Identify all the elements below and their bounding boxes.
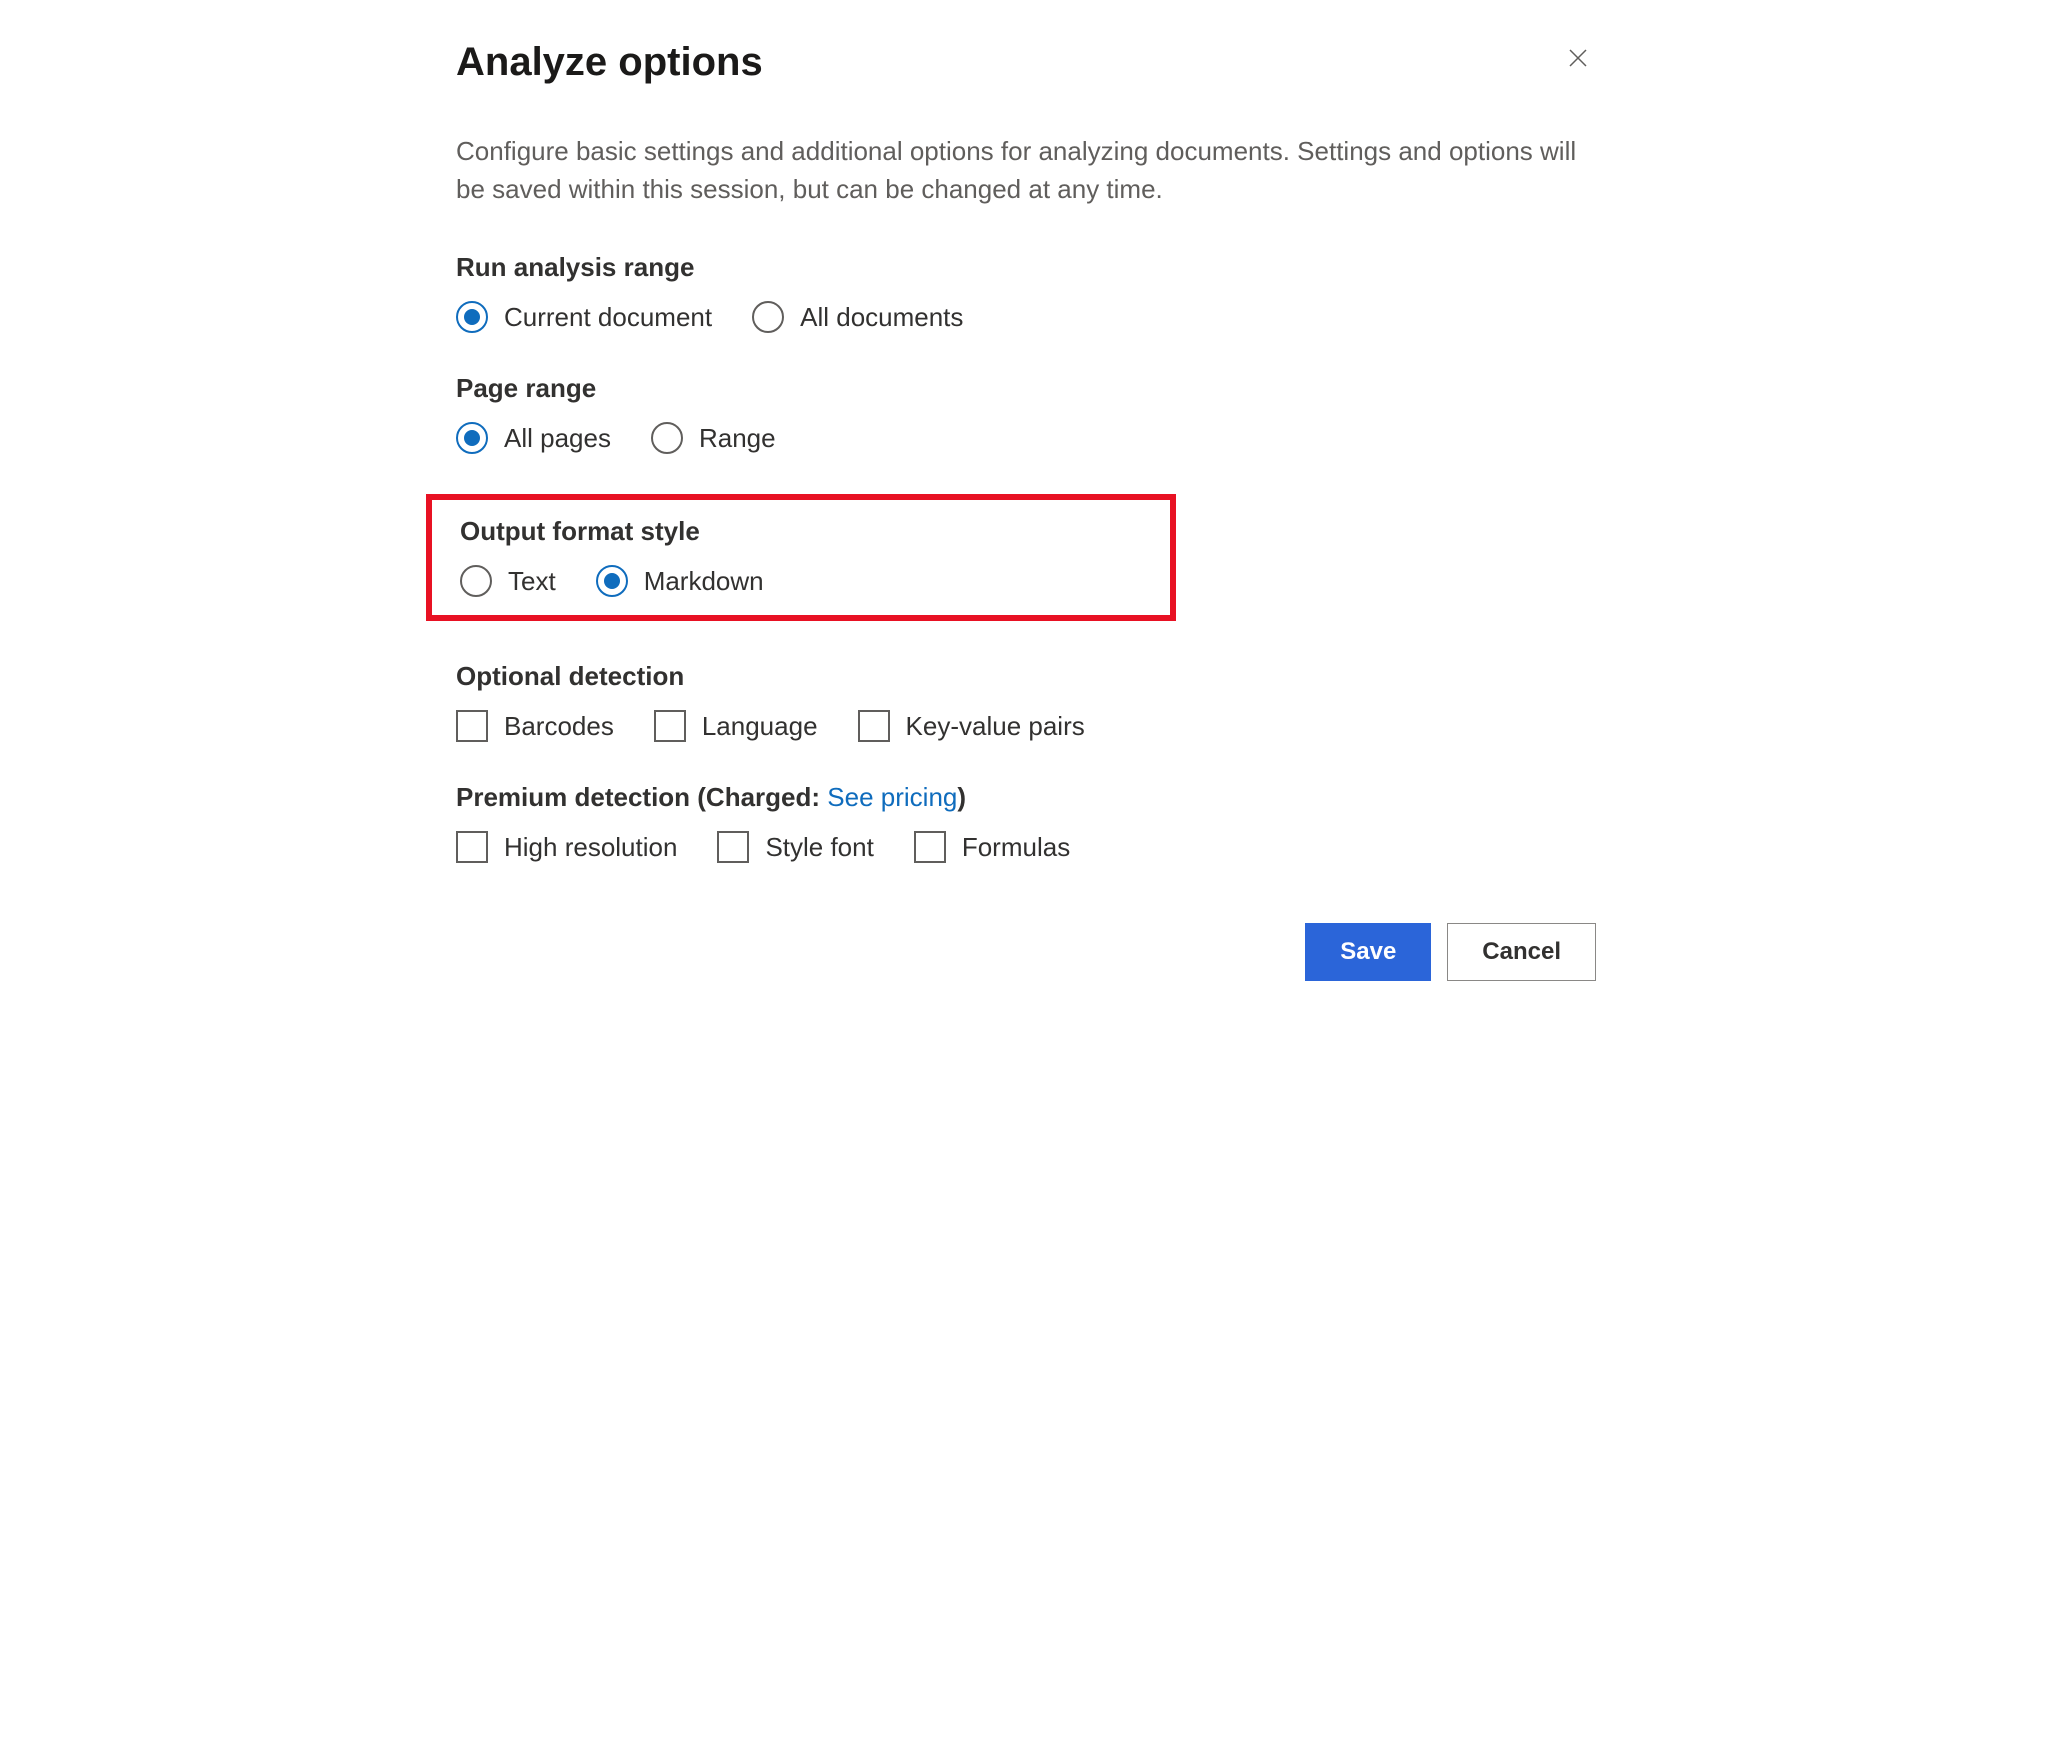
checkbox-barcodes[interactable]: Barcodes	[456, 710, 614, 742]
dialog-header: Analyze options	[456, 40, 1596, 85]
radio-label: Range	[699, 423, 776, 454]
radio-input	[456, 301, 488, 333]
dialog-footer: Save Cancel	[456, 923, 1596, 981]
radio-range[interactable]: Range	[651, 422, 776, 454]
checkbox-language[interactable]: Language	[654, 710, 818, 742]
radio-label: All documents	[800, 302, 963, 333]
radio-markdown[interactable]: Markdown	[596, 565, 764, 597]
page-range-section: Page range All pages Range	[456, 373, 1596, 454]
checkbox-high-resolution[interactable]: High resolution	[456, 831, 677, 863]
radio-all-documents[interactable]: All documents	[752, 301, 963, 333]
radio-input	[752, 301, 784, 333]
checkbox-label: Language	[702, 711, 818, 742]
checkbox-label: Formulas	[962, 832, 1070, 863]
run-analysis-options: Current document All documents	[456, 301, 1596, 333]
save-button[interactable]: Save	[1305, 923, 1431, 981]
radio-label: Text	[508, 566, 556, 597]
checkbox-label: Key-value pairs	[906, 711, 1085, 742]
premium-label-prefix: Premium detection (Charged:	[456, 782, 827, 812]
premium-detection-options: High resolution Style font Formulas	[456, 831, 1596, 863]
output-format-highlight: Output format style Text Markdown	[426, 494, 1176, 621]
optional-detection-label: Optional detection	[456, 661, 1596, 692]
checkbox-input	[456, 710, 488, 742]
close-button[interactable]	[1560, 40, 1596, 76]
run-analysis-label: Run analysis range	[456, 252, 1596, 283]
radio-input	[651, 422, 683, 454]
analyze-options-dialog: Analyze options Configure basic settings…	[456, 40, 1596, 981]
radio-label: All pages	[504, 423, 611, 454]
radio-text[interactable]: Text	[460, 565, 556, 597]
checkbox-key-value-pairs[interactable]: Key-value pairs	[858, 710, 1085, 742]
page-range-label: Page range	[456, 373, 1596, 404]
dialog-description: Configure basic settings and additional …	[456, 133, 1596, 208]
radio-label: Current document	[504, 302, 712, 333]
optional-detection-section: Optional detection Barcodes Language Key…	[456, 661, 1596, 742]
premium-detection-label: Premium detection (Charged: See pricing)	[456, 782, 1596, 813]
radio-input	[596, 565, 628, 597]
cancel-button[interactable]: Cancel	[1447, 923, 1596, 981]
checkbox-label: High resolution	[504, 832, 677, 863]
checkbox-input	[456, 831, 488, 863]
radio-all-pages[interactable]: All pages	[456, 422, 611, 454]
checkbox-input	[717, 831, 749, 863]
output-format-label: Output format style	[460, 516, 1142, 547]
premium-detection-section: Premium detection (Charged: See pricing)…	[456, 782, 1596, 863]
output-format-section: Output format style Text Markdown	[460, 516, 1142, 597]
optional-detection-options: Barcodes Language Key-value pairs	[456, 710, 1596, 742]
see-pricing-link[interactable]: See pricing	[827, 782, 957, 812]
checkbox-label: Style font	[765, 832, 873, 863]
checkbox-input	[858, 710, 890, 742]
checkbox-style-font[interactable]: Style font	[717, 831, 873, 863]
radio-input	[456, 422, 488, 454]
page-range-options: All pages Range	[456, 422, 1596, 454]
dialog-title: Analyze options	[456, 40, 763, 85]
checkbox-label: Barcodes	[504, 711, 614, 742]
checkbox-formulas[interactable]: Formulas	[914, 831, 1070, 863]
close-icon	[1566, 46, 1590, 70]
premium-label-suffix: )	[957, 782, 966, 812]
run-analysis-section: Run analysis range Current document All …	[456, 252, 1596, 333]
radio-input	[460, 565, 492, 597]
output-format-options: Text Markdown	[460, 565, 1142, 597]
radio-current-document[interactable]: Current document	[456, 301, 712, 333]
checkbox-input	[914, 831, 946, 863]
checkbox-input	[654, 710, 686, 742]
radio-label: Markdown	[644, 566, 764, 597]
